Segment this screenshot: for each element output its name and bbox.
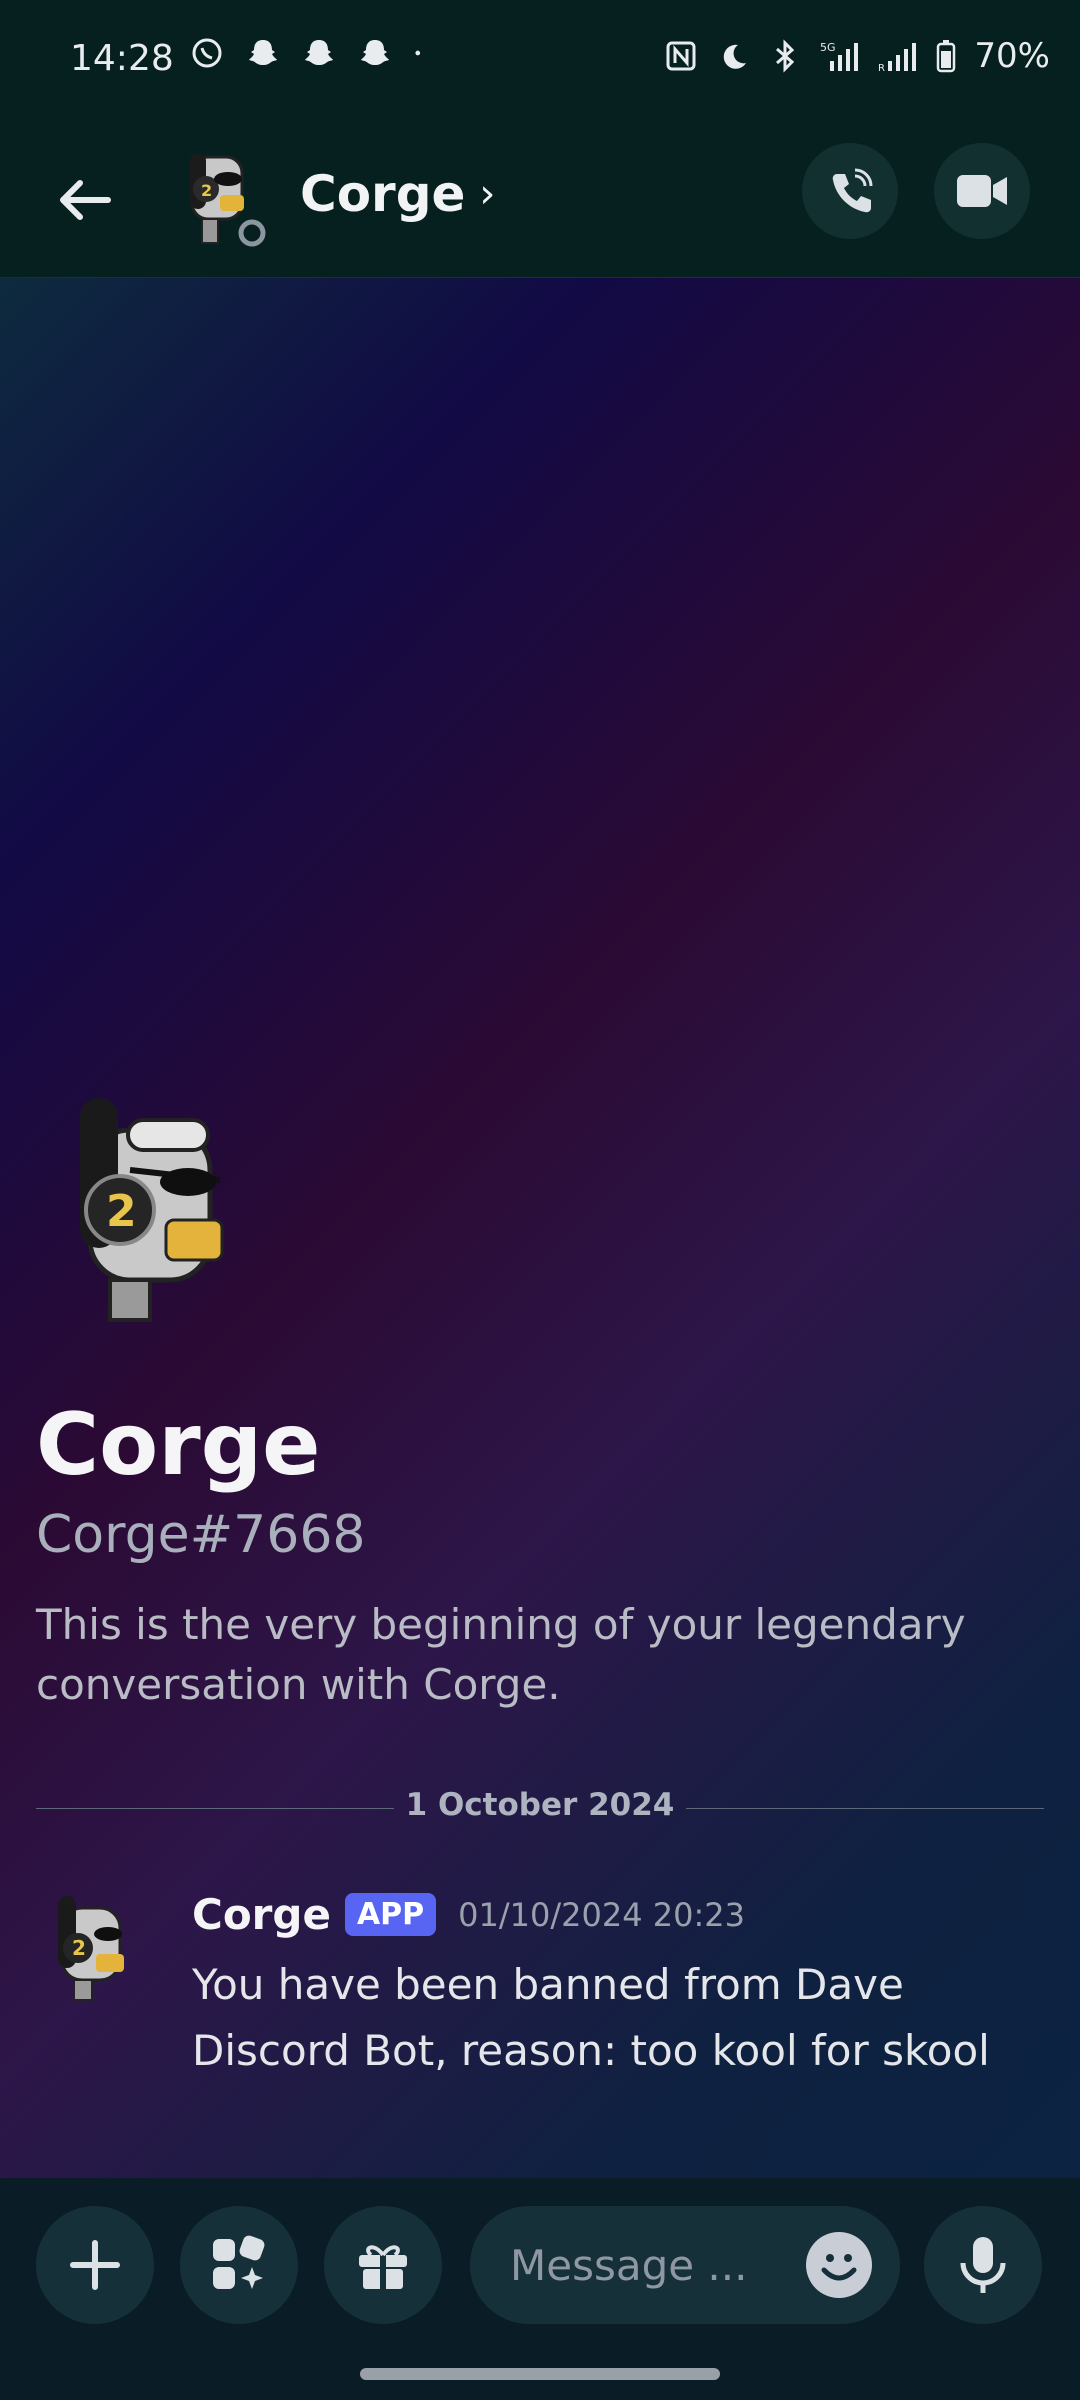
apps-icon	[213, 2235, 265, 2289]
message-text[interactable]: You have been banned from Dave Discord B…	[192, 1952, 1042, 2084]
header-avatar[interactable]: 2	[180, 147, 270, 252]
voice-message-button[interactable]	[924, 2206, 1042, 2324]
message-timestamp: 01/10/2024 20:23	[458, 1895, 745, 1934]
profile-avatar[interactable]: 2	[70, 1090, 240, 1330]
moon-icon	[724, 44, 747, 69]
message-input[interactable]	[508, 2239, 792, 2291]
gift-icon	[359, 2245, 407, 2289]
chat-title-text: Corge	[300, 165, 466, 223]
profile-username: Corge#7668	[36, 1505, 366, 1565]
date-divider-label: 1 October 2024	[0, 1787, 1080, 1823]
microphone-icon	[960, 2237, 1006, 2293]
emoji-button[interactable]	[806, 2232, 872, 2298]
smiley-icon	[821, 2254, 857, 2281]
phone-icon	[832, 168, 873, 213]
nfc-icon	[666, 41, 696, 71]
system-icons: 5G R 70%	[664, 36, 1050, 76]
svg-text:5G: 5G	[820, 41, 836, 54]
signal-icon: R	[878, 43, 917, 73]
svg-text:2: 2	[106, 1186, 137, 1237]
chat-title[interactable]: Corge ›	[300, 165, 495, 223]
plus-icon	[70, 2240, 120, 2290]
svg-text:2: 2	[72, 1936, 86, 1960]
message-header: Corge APP 01/10/2024 20:23	[192, 1890, 745, 1939]
bluetooth-icon	[776, 39, 795, 73]
battery-icon	[937, 40, 956, 73]
svg-text:R: R	[878, 63, 885, 73]
home-indicator[interactable]	[360, 2368, 720, 2380]
add-attachment-button[interactable]	[36, 2206, 154, 2324]
message-author-avatar[interactable]: 2	[52, 1890, 137, 2005]
snapchat-icon	[249, 40, 277, 65]
dot-icon	[415, 50, 421, 56]
status-time: 14:28	[70, 38, 174, 79]
whatsapp-icon	[192, 38, 222, 68]
message-input-pill[interactable]	[470, 2206, 900, 2324]
back-arrow-icon[interactable]	[50, 165, 120, 235]
apps-button[interactable]	[180, 2206, 298, 2324]
signal-icon: 5G	[820, 41, 859, 71]
profile-name: Corge	[36, 1395, 321, 1495]
video-camera-icon	[957, 175, 1007, 207]
date-divider-text: 1 October 2024	[405, 1787, 675, 1823]
app-badge: APP	[344, 1893, 437, 1936]
chat-header: 2 Corge ›	[0, 125, 1080, 278]
snapchat-icon	[305, 40, 333, 65]
svg-text:2: 2	[201, 181, 212, 200]
status-bar: 14:28 5G R 70%	[0, 0, 1080, 125]
voice-call-button[interactable]	[802, 143, 898, 239]
chevron-right-icon: ›	[479, 171, 496, 217]
conversation-intro-text: This is the very beginning of your legen…	[36, 1600, 966, 1709]
gift-button[interactable]	[324, 2206, 442, 2324]
video-call-button[interactable]	[934, 143, 1030, 239]
snapchat-icon	[361, 40, 389, 65]
message-author[interactable]: Corge	[192, 1890, 331, 1939]
battery-percent: 70%	[974, 36, 1050, 76]
notification-icons	[190, 36, 430, 70]
message-composer	[0, 2178, 1080, 2400]
